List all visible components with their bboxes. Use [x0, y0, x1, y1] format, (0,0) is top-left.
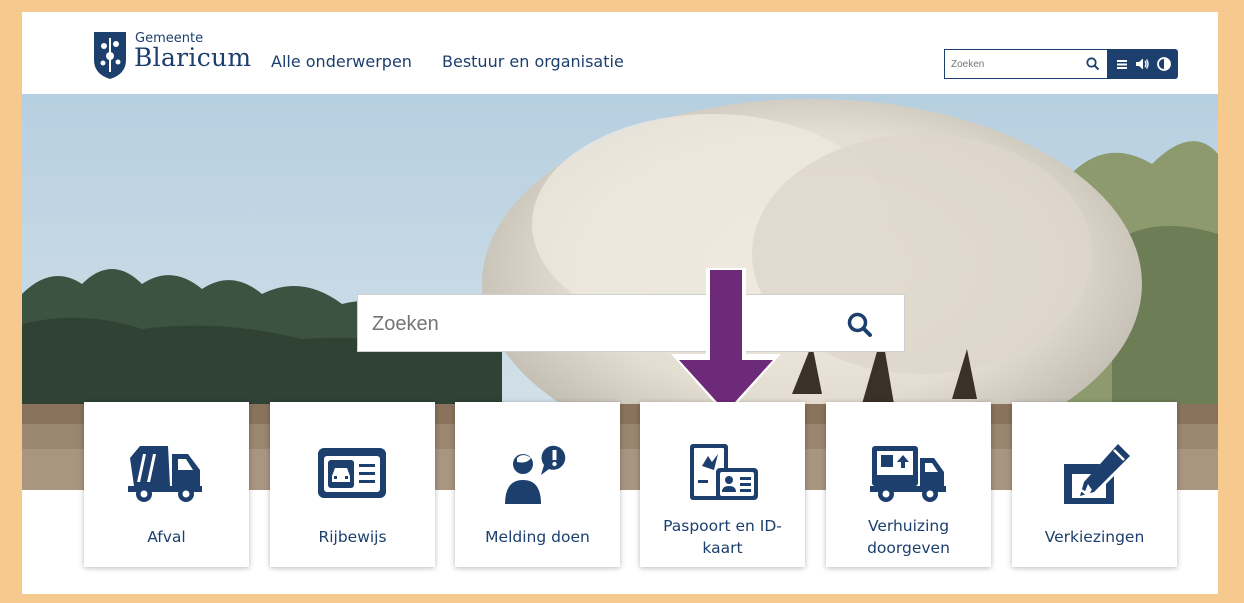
ballot-pencil-icon [1064, 444, 1130, 504]
tile-label: Verkiezingen [1044, 528, 1145, 547]
header-search [944, 49, 1108, 79]
search-icon[interactable] [1085, 56, 1101, 72]
tile-label: Verhuizing doorgeven [867, 517, 950, 557]
tile-verhuizing-doorgeven[interactable]: Verhuizing doorgeven [826, 402, 991, 567]
accessibility-toolbar [1108, 49, 1178, 79]
nav-link-governance[interactable]: Bestuur en organisatie [442, 52, 624, 71]
tile-rijbewijs[interactable]: Rijbewijs [270, 402, 435, 567]
tile-afval[interactable]: Afval [84, 402, 249, 567]
site-header: Gemeente Blaricum Alle onderwerpen Bestu… [22, 12, 1218, 94]
garbage-truck-icon [128, 446, 202, 502]
tile-label: Paspoort en ID-kaart [663, 517, 782, 557]
tile-label: Afval [147, 528, 186, 547]
moving-truck-icon [870, 446, 946, 502]
menu-icon[interactable] [1114, 56, 1130, 72]
logo-title[interactable]: Blaricum [134, 43, 251, 72]
municipality-logo-icon[interactable] [92, 30, 128, 80]
page-frame: Gemeente Blaricum Alle onderwerpen Bestu… [22, 12, 1218, 594]
main-search [357, 294, 905, 352]
speaker-icon[interactable] [1134, 56, 1150, 72]
tile-label: Melding doen [485, 528, 590, 547]
nav-link-all-topics[interactable]: Alle onderwerpen [271, 52, 412, 71]
tile-melding-doen[interactable]: Melding doen [455, 402, 620, 567]
header-search-input[interactable] [951, 54, 1075, 74]
contrast-icon[interactable] [1156, 56, 1172, 72]
search-icon[interactable] [846, 311, 874, 339]
tile-label: Rijbewijs [318, 528, 387, 547]
tile-paspoort-id-kaart[interactable]: Paspoort en ID-kaart [640, 402, 805, 567]
person-alert-icon [505, 445, 566, 504]
driving-license-icon [318, 448, 386, 498]
tile-verkiezingen[interactable]: Verkiezingen [1012, 402, 1177, 567]
down-arrow-icon [671, 268, 781, 416]
passport-id-icon [690, 444, 758, 500]
